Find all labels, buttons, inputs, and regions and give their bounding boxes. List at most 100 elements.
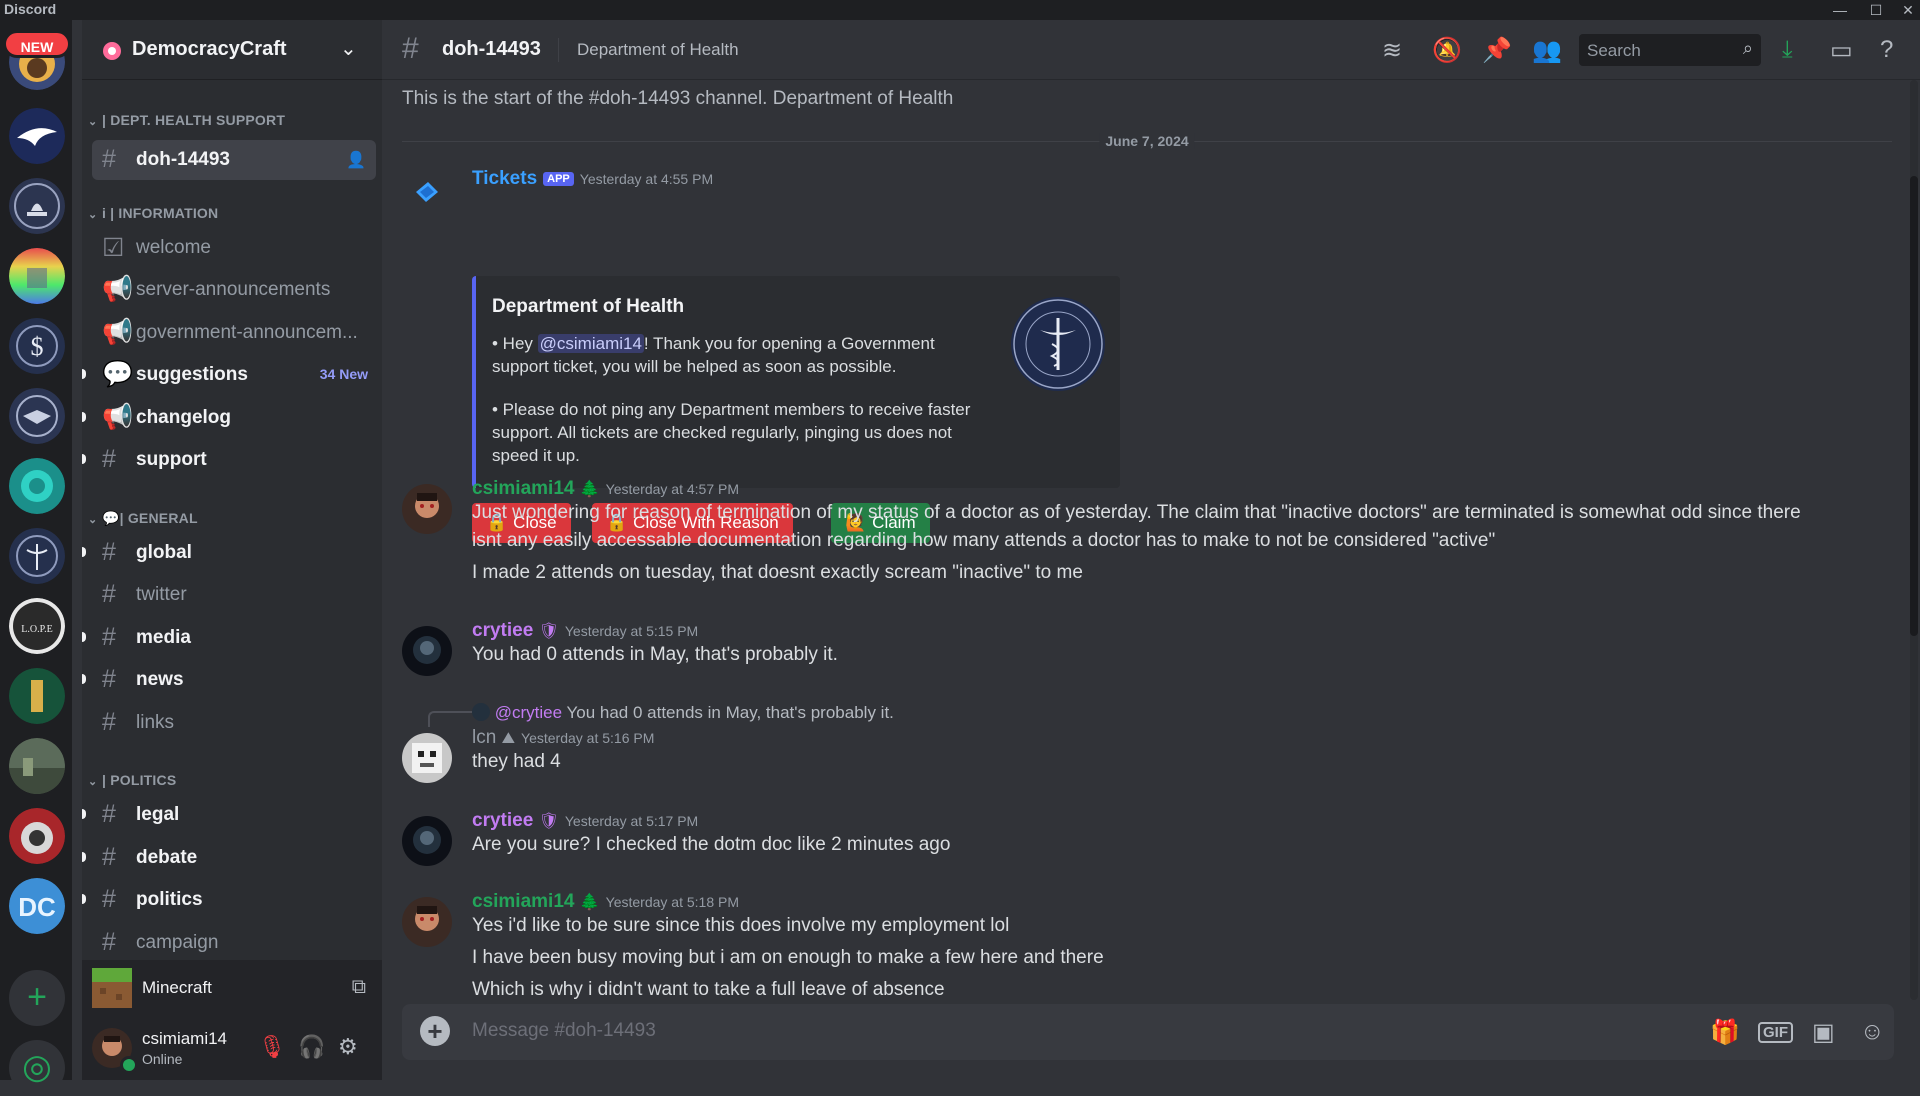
reply-text: You had 0 attends in May, that's probabl… xyxy=(566,703,894,722)
member-list-icon[interactable]: 👥 xyxy=(1532,36,1562,65)
reply-preview[interactable]: @crytiee You had 0 attends in May, that'… xyxy=(472,703,894,723)
server-icon-health[interactable] xyxy=(9,528,65,584)
author-name[interactable]: crytiee xyxy=(472,810,533,831)
add-server-button[interactable]: + xyxy=(9,970,65,1026)
category-information[interactable]: ⌄ i | INFORMATION xyxy=(88,205,218,221)
message-header: crytiee 🛡 Yesterday at 5:15 PM xyxy=(472,620,698,642)
message-list: This is the start of the #doh-14493 chan… xyxy=(382,80,1920,1000)
channel-item[interactable]: 📢 server-announcements xyxy=(92,270,376,310)
user-mention[interactable]: @csimiami14 xyxy=(537,334,644,353)
avatar[interactable] xyxy=(402,816,452,866)
server-icon-capitol[interactable] xyxy=(9,178,65,234)
pin-icon[interactable]: 📌 xyxy=(1482,36,1512,65)
author-name[interactable]: csimiami14 xyxy=(472,478,574,499)
channel-item[interactable]: # twitter xyxy=(92,575,376,615)
server-icon-lope[interactable]: L.O.P.E xyxy=(9,598,65,654)
add-member-icon[interactable]: 👤 xyxy=(346,150,366,170)
category-general[interactable]: ⌄ 💬| GENERAL xyxy=(88,510,198,527)
channel-item[interactable]: 📢 changelog xyxy=(82,398,376,438)
help-icon[interactable]: ? xyxy=(1880,36,1893,64)
minimize-icon[interactable]: — xyxy=(1822,0,1858,20)
server-icon-green[interactable] xyxy=(9,668,65,724)
server-icon-rainbow[interactable] xyxy=(9,248,65,304)
avatar[interactable] xyxy=(402,484,452,534)
embed-paragraph-2: • Please do not ping any Department memb… xyxy=(492,400,971,465)
avatar[interactable] xyxy=(402,897,452,947)
channel-item[interactable]: # doh-14493 👤 xyxy=(92,140,376,180)
app-badge: APP xyxy=(543,172,574,186)
close-window-icon[interactable]: ✕ xyxy=(1890,0,1920,20)
gear-icon[interactable]: ⚙ xyxy=(338,1034,358,1060)
server-icon-photo[interactable] xyxy=(9,738,65,794)
channel-item[interactable]: # news xyxy=(82,660,376,700)
gift-icon[interactable]: 🎁 xyxy=(1710,1018,1740,1047)
activity-panel[interactable]: Minecraft ⧉ xyxy=(82,960,382,1016)
scrollbar-thumb[interactable] xyxy=(1910,176,1918,636)
channel-item[interactable]: # links xyxy=(92,703,376,743)
author-name[interactable]: Tickets xyxy=(472,168,537,189)
server-icon-red-seal[interactable] xyxy=(9,808,65,864)
server-icon-dc[interactable]: DC xyxy=(9,878,65,934)
message: csimiami14 🌲 Yesterday at 5:18 PM Yes i'd… xyxy=(402,891,1902,1000)
channel-label: server-announcements xyxy=(136,279,331,300)
notification-bell-icon[interactable]: 🔕 xyxy=(1432,36,1462,65)
timestamp: Yesterday at 5:18 PM xyxy=(605,894,740,910)
channel-label: debate xyxy=(136,847,198,868)
channel-label: campaign xyxy=(136,932,219,953)
message: crytiee 🛡 Yesterday at 5:15 PM You had 0 … xyxy=(402,620,1902,682)
author-name[interactable]: lcn xyxy=(472,727,496,748)
download-icon[interactable]: ⤓ xyxy=(1782,36,1793,64)
avatar[interactable] xyxy=(402,733,452,783)
message-composer[interactable]: + Message #doh-14493 🎁 GIF ▣ ☺ xyxy=(402,1004,1894,1060)
channel-item[interactable]: 💬 suggestions 34 New xyxy=(82,355,376,395)
attach-plus-icon[interactable]: + xyxy=(420,1016,450,1046)
channel-item[interactable]: # support xyxy=(82,440,376,480)
channel-item[interactable]: # global xyxy=(82,533,376,573)
channel-item[interactable]: # media xyxy=(82,618,376,658)
inbox-icon[interactable]: ▭ xyxy=(1830,36,1853,65)
mute-icon[interactable]: 🎙 xyxy=(258,1034,286,1060)
channel-item[interactable]: ☑ welcome xyxy=(92,228,376,268)
sticker-icon[interactable]: ▣ xyxy=(1812,1018,1835,1047)
channel-item[interactable]: # campaign xyxy=(92,923,376,963)
search-placeholder: Search xyxy=(1587,41,1641,60)
channel-item[interactable]: # legal xyxy=(82,795,376,835)
search-input[interactable]: Search ⌕ xyxy=(1579,34,1761,66)
forum-icon: 💬 xyxy=(102,360,134,388)
message-text: Which is why i didn't want to take a ful… xyxy=(472,979,945,1000)
server-icon-seal[interactable] xyxy=(9,388,65,444)
bot-avatar[interactable] xyxy=(402,168,452,218)
message-text: Just wondering for reason of termination… xyxy=(472,502,1801,523)
embed-paragraph-1: • Hey @csimiami14! Thank you for opening… xyxy=(492,332,992,378)
emoji-icon[interactable]: ☺ xyxy=(1860,1018,1885,1046)
channel-label: support xyxy=(136,449,207,470)
server-icon-teal[interactable] xyxy=(9,458,65,514)
discover-icon[interactable]: ◎ xyxy=(9,1040,65,1096)
channel-topic: Department of Health xyxy=(577,40,739,59)
avatar[interactable] xyxy=(402,626,452,676)
header-divider xyxy=(558,38,559,62)
embed-text: • Hey xyxy=(492,334,538,353)
message-input[interactable]: Message #doh-14493 xyxy=(472,1020,656,1042)
headphones-icon[interactable]: 🎧 xyxy=(298,1034,325,1060)
channel-item[interactable]: 📢 government-announcem... xyxy=(92,313,376,353)
screen-share-icon[interactable]: ⧉ xyxy=(352,976,366,999)
department-seal-icon xyxy=(1011,297,1105,391)
app-brand: Discord xyxy=(4,1,57,17)
server-icon-bird[interactable] xyxy=(9,108,65,164)
category-politics[interactable]: ⌄ | POLITICS xyxy=(88,772,176,788)
category-dept-health[interactable]: ⌄ | DEPT. HEALTH SUPPORT xyxy=(88,112,285,128)
gif-icon[interactable]: GIF xyxy=(1758,1022,1793,1043)
date-label: June 7, 2024 xyxy=(1099,133,1195,149)
maximize-icon[interactable]: ☐ xyxy=(1858,0,1894,20)
speech-bubble-icon: 💬 xyxy=(102,510,120,526)
author-name[interactable]: crytiee xyxy=(472,620,533,641)
threads-icon[interactable]: ≋ xyxy=(1382,36,1402,65)
server-icon-dollar[interactable]: $ xyxy=(9,318,65,374)
title-bar: Discord — ☐ ✕ xyxy=(0,0,1920,20)
channel-item[interactable]: # politics xyxy=(82,880,376,920)
server-header[interactable]: DemocracyCraft ⌄ xyxy=(82,20,382,80)
message: @crytiee You had 0 attends in May, that'… xyxy=(402,703,1902,783)
channel-item[interactable]: # debate xyxy=(82,838,376,878)
author-name[interactable]: csimiami14 xyxy=(472,891,574,912)
